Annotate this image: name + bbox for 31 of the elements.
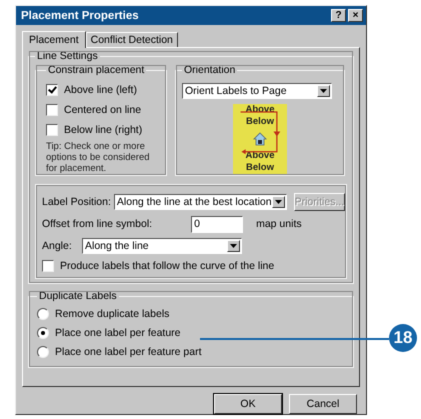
tip-text: Tip: Check one or more options to be considered for placement. [46,141,151,174]
group-label: Orientation [183,64,236,76]
preview-label: Below [245,117,275,127]
orientation-dropdown[interactable]: Orient Labels to Page [182,83,332,99]
tab[interactable]: Conflict Detection [86,32,178,47]
callout-badge: 18 [389,324,417,352]
checkbox-label: Produce labels that follow the curve of the line [60,260,274,272]
ok-button[interactable]: OK [214,394,282,414]
radio-label: Place one label per feature [55,326,181,338]
radio-label: Place one label per feature part [55,346,202,358]
field-label: Offset from line symbol: [42,218,152,230]
preview-label: Below [245,163,275,173]
field-label: Label Position: [42,196,111,208]
close-button[interactable]: × [348,9,363,22]
radio-label: Remove duplicate labels [55,308,170,320]
help-button[interactable]: ? [331,9,346,22]
group-label: Line Settings [36,50,99,62]
group-label: Constrain placement [47,64,146,76]
angle-dropdown[interactable]: Along the line [82,238,242,254]
offset-input[interactable]: 0 [191,216,244,232]
checkbox-label: Centered on line [64,104,142,116]
window-title: Placement Properties [21,10,139,22]
cancel-button[interactable]: Cancel [289,394,357,414]
preview-label: Above [244,151,276,161]
field-label: Angle: [42,240,73,252]
tab[interactable]: Placement [22,31,86,48]
checkbox-label: Below line (right) [64,124,142,136]
unit-label: map units [256,218,302,230]
label-position-dropdown[interactable]: Along the line at the best location [114,194,287,210]
group-label: Duplicate Labels [38,290,118,302]
checkbox-label: Above line (left) [64,84,137,96]
